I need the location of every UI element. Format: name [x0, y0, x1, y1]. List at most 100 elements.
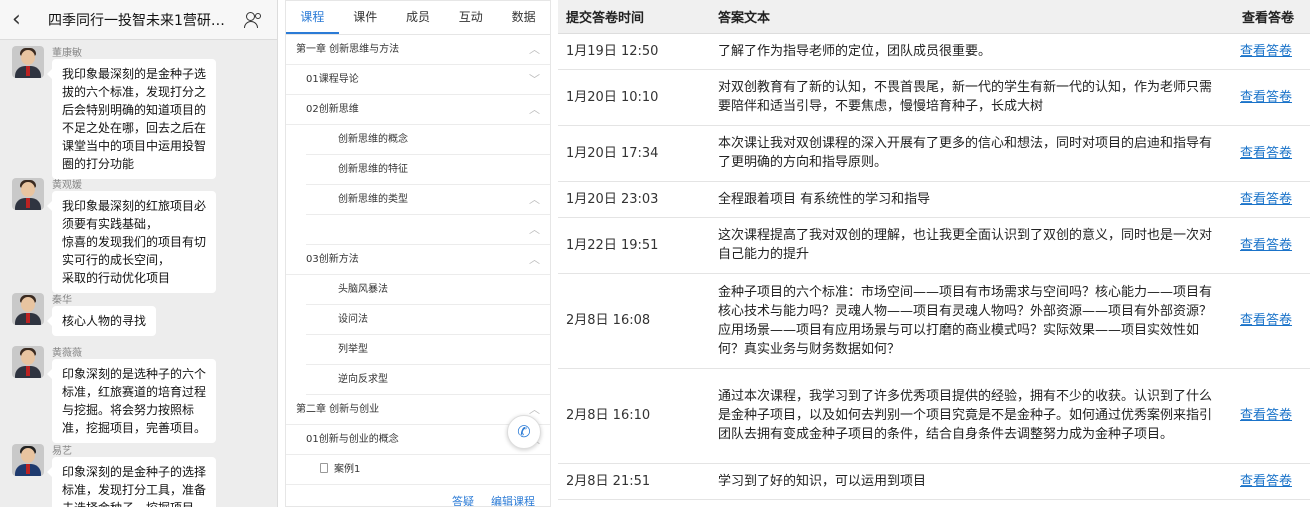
message-sender: 黄观媛: [52, 180, 82, 191]
tab-courseware[interactable]: 课件: [339, 1, 392, 34]
chat-title: 四季同行一投智未来1营研讨...: [48, 12, 239, 29]
answer-text-cell: 全程跟着项目 有系统性的学习和指导: [702, 181, 1232, 218]
chevron-up-icon[interactable]: ︿: [529, 215, 540, 245]
chevron-up-icon[interactable]: ︿: [529, 185, 540, 215]
qa-button[interactable]: 答疑: [452, 493, 474, 506]
outline-item-label: 创新思维的类型: [338, 194, 408, 205]
outline-item[interactable]: 创新思维的概念: [306, 125, 550, 155]
tab-interaction[interactable]: 互动: [444, 1, 497, 34]
outline-item[interactable]: 逆向反求型: [306, 365, 550, 395]
course-outline: 第一章 创新思维与方法 ︿ 01课程导论 ﹀ 02创新思维 ︿ 创新思维的概念 创新思维的特征…: [286, 35, 550, 485]
avatar[interactable]: [12, 46, 44, 78]
answer-text-cell: 通过本次课程，我学习到了许多优秀项目提供的经验，拥有不少的收获。认识到了什么是金…: [702, 368, 1232, 464]
view-answer-cell: 查看答卷: [1232, 217, 1310, 274]
view-answer-cell: 查看答卷: [1232, 125, 1310, 182]
answer-text-cell: 学习到了好的知识，可以运用到项目: [702, 463, 1232, 500]
answers-table: 提交答卷时间 答案文本 查看答卷 1月19日 12:50 了解了作为指导老师的定位…: [558, 0, 1310, 500]
view-answer-cell: 查看答卷: [1232, 69, 1310, 126]
table-row: 1月19日 12:50 了解了作为指导老师的定位，团队成员很重要。 查看答卷: [558, 33, 1310, 70]
chevron-down-icon[interactable]: ﹀: [529, 65, 540, 95]
outline-item[interactable]: 创新思维的类型 ︿: [306, 185, 550, 215]
view-answer-cell: 查看答卷: [1232, 463, 1310, 500]
edit-course-button[interactable]: 编辑课程: [491, 493, 535, 506]
group-members-icon[interactable]: [243, 9, 265, 31]
outline-item-text: 案例1: [334, 464, 361, 475]
answer-text-cell: 这次课程提高了我对双创的理解，也让我更全面认识到了双创的意义，同时也是一次对自己…: [702, 217, 1232, 274]
phone-icon[interactable]: ✆: [507, 415, 541, 449]
view-answer-cell: 查看答卷: [1232, 368, 1310, 464]
outline-item-label: 第二章 创新与创业: [296, 404, 380, 415]
table-row: 1月22日 19:51 这次课程提高了我对双创的理解，也让我更全面认识到了双创的意…: [558, 217, 1310, 274]
message-bubble: 我印象最深刻的是金种子选 拔的六个标准，发现打分之 后会特别明确的知道项目的 不…: [46, 59, 217, 179]
course-footer: 答疑 编辑课程: [286, 489, 550, 506]
chevron-up-icon[interactable]: ︿: [529, 245, 540, 275]
message-bubble: 核心人物的寻找: [46, 306, 157, 336]
message-bubble: 印象深刻的是金种子的选择 标准，发现打分工具，准备 去选择金种子，挖掘项目: [46, 457, 217, 507]
answer-text-cell: 了解了作为指导老师的定位，团队成员很重要。: [702, 33, 1232, 70]
submit-time-cell: 2月8日 16:10: [558, 368, 702, 464]
outline-item-label: 创新思维的概念: [338, 134, 408, 145]
view-answer-link[interactable]: 查看答卷: [1240, 313, 1292, 328]
chevron-up-icon[interactable]: ︿: [529, 95, 540, 125]
table-row: 2月8日 21:51 学习到了好的知识，可以运用到项目 查看答卷: [558, 463, 1310, 500]
outline-item[interactable]: ︿: [306, 215, 550, 245]
tab-data[interactable]: 数据: [497, 1, 550, 34]
table-header-row: 提交答卷时间 答案文本 查看答卷: [558, 0, 1310, 34]
avatar[interactable]: [12, 293, 44, 325]
outline-item[interactable]: 创新思维的特征: [306, 155, 550, 185]
message-bubble: 印象深刻的是选种子的六个 标准，红旅赛道的培育过程 与挖掘。将会努力按照标 准，…: [46, 359, 217, 443]
column-header-view: 查看答卷: [1232, 0, 1310, 34]
avatar[interactable]: [12, 346, 44, 378]
message-sender: 易艺: [52, 446, 72, 457]
message-sender: 董康敏: [52, 48, 82, 59]
outline-item-label: 03创新方法: [306, 254, 359, 265]
submit-time-cell: 2月8日 16:08: [558, 273, 702, 369]
outline-item-label: 创新思维的特征: [338, 164, 408, 175]
submit-time-cell: 1月20日 17:34: [558, 125, 702, 182]
outline-item-label: 头脑风暴法: [338, 284, 388, 295]
view-answer-link[interactable]: 查看答卷: [1240, 146, 1292, 161]
outline-item-label: 01创新与创业的概念: [306, 434, 399, 445]
view-answer-link[interactable]: 查看答卷: [1240, 474, 1292, 489]
table-row: 2月8日 16:10 通过本次课程，我学习到了许多优秀项目提供的经验，拥有不少的收…: [558, 368, 1310, 464]
answers-panel: 提交答卷时间 答案文本 查看答卷 1月19日 12:50 了解了作为指导老师的定位…: [558, 0, 1310, 507]
course-tabs: 课程 课件 成员 互动 数据: [286, 1, 550, 35]
outline-item-label: 01课程导论: [306, 74, 359, 85]
view-answer-link[interactable]: 查看答卷: [1240, 238, 1292, 253]
message-sender: 秦华: [52, 295, 72, 306]
table-row: 1月20日 23:03 全程跟着项目 有系统性的学习和指导 查看答卷: [558, 181, 1310, 218]
view-answer-link[interactable]: 查看答卷: [1240, 192, 1292, 207]
view-answer-link[interactable]: 查看答卷: [1240, 90, 1292, 105]
avatar[interactable]: [12, 444, 44, 476]
table-row: 2月8日 16:08 金种子项目的六个标准：市场空间——项目有市场需求与空间吗？核…: [558, 273, 1310, 369]
outline-item-label: 案例1: [320, 455, 360, 485]
outline-item-label: 设问法: [338, 314, 368, 325]
view-answer-link[interactable]: 查看答卷: [1240, 44, 1292, 59]
submit-time-cell: 1月20日 23:03: [558, 181, 702, 218]
message-bubble: 我印象最深刻的红旅项目必 须要有实践基础， 惊喜的发现我们的项目有切 实可行的成…: [46, 191, 217, 293]
outline-item[interactable]: 列举型: [306, 335, 550, 365]
outline-item[interactable]: 案例1: [286, 455, 550, 485]
outline-item[interactable]: 头脑风暴法: [306, 275, 550, 305]
document-icon: [320, 463, 328, 473]
outline-item[interactable]: 设问法: [306, 305, 550, 335]
chat-panel: ‹ 四季同行一投智未来1营研讨... 董康敏 我印象最深刻的是金种子选 拔的六个…: [0, 0, 278, 507]
view-answer-cell: 查看答卷: [1232, 181, 1310, 218]
answer-text-cell: 本次课让我对双创课程的深入开展有了更多的信心和想法，同时对项目的启迪和指导有了更…: [702, 125, 1232, 182]
outline-item[interactable]: 第一章 创新思维与方法 ︿: [286, 35, 550, 65]
answer-text-cell: 金种子项目的六个标准：市场空间——项目有市场需求与空间吗？核心能力——项目有核心…: [702, 273, 1232, 369]
chat-message-list[interactable]: 董康敏 我印象最深刻的是金种子选 拔的六个标准，发现打分之 后会特别明确的知道项…: [0, 40, 277, 507]
outline-item[interactable]: 02创新思维 ︿: [286, 95, 550, 125]
back-icon[interactable]: ‹: [12, 0, 34, 40]
submit-time-cell: 1月19日 12:50: [558, 33, 702, 70]
avatar[interactable]: [12, 178, 44, 210]
chevron-up-icon[interactable]: ︿: [529, 35, 540, 65]
tab-members[interactable]: 成员: [392, 1, 445, 34]
outline-item-label: 列举型: [338, 344, 368, 355]
message-sender: 黄薇薇: [52, 348, 82, 359]
outline-item[interactable]: 01课程导论 ﹀: [286, 65, 550, 95]
submit-time-cell: 1月22日 19:51: [558, 217, 702, 274]
tab-course[interactable]: 课程: [286, 1, 339, 34]
view-answer-link[interactable]: 查看答卷: [1240, 408, 1292, 423]
outline-item[interactable]: 03创新方法 ︿: [286, 245, 550, 275]
